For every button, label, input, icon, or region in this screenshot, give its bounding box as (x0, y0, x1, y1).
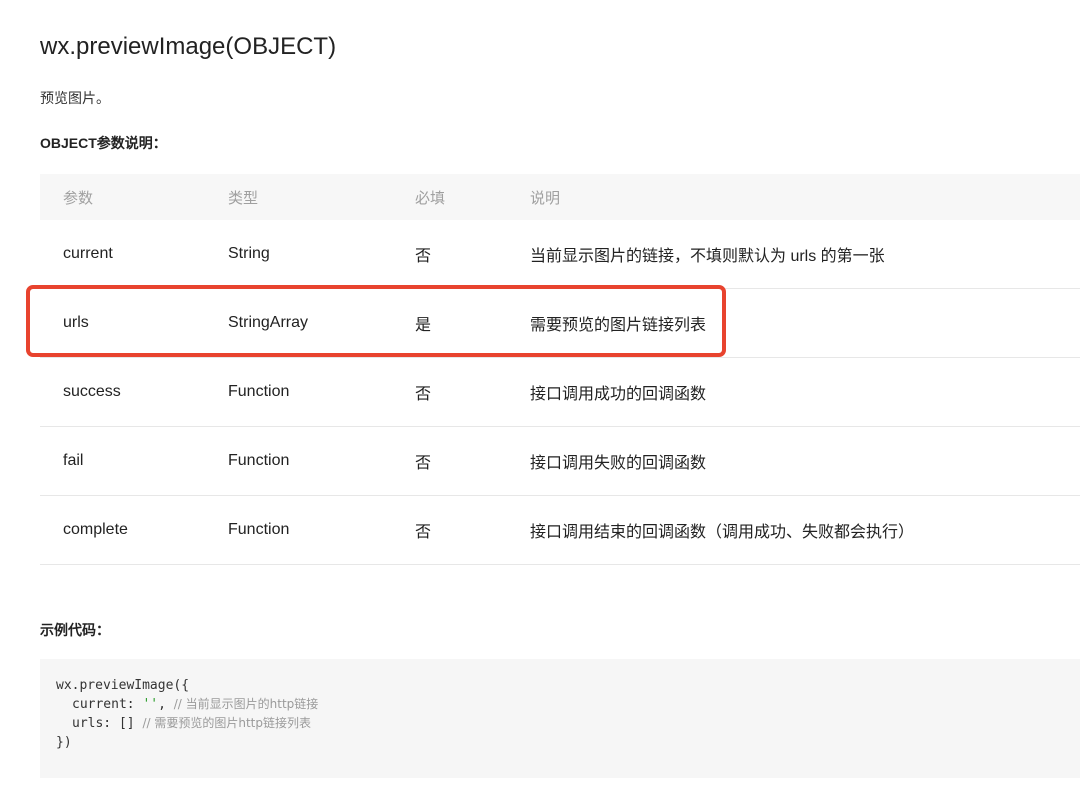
table-header: 参数 类型 必填 说明 (40, 174, 1080, 220)
code-block: wx.previewImage({ current: '', // 当前显示图片… (40, 659, 1080, 778)
param-table: 参数 类型 必填 说明 current String 否 当前显示图片的链接，不… (40, 174, 1080, 565)
param-description: 接口调用结束的回调函数（调用成功、失败都会执行） (530, 524, 915, 541)
code-line: }) (56, 733, 1080, 752)
param-name: urls (63, 314, 89, 331)
param-required: 是 (415, 317, 432, 334)
param-type: StringArray (228, 314, 309, 331)
param-type: Function (228, 383, 290, 400)
param-name: success (63, 383, 121, 400)
code-line: current: '', // 当前显示图片的http链接 (56, 695, 1080, 714)
example-section-label: 示例代码： (40, 622, 110, 638)
param-name: current (63, 245, 113, 262)
param-type: Function (228, 452, 290, 469)
param-name: fail (63, 452, 84, 469)
param-required: 否 (415, 455, 432, 472)
code-text: urls: [] (72, 716, 143, 731)
param-required: 否 (415, 386, 432, 403)
param-description: 需要预览的图片链接列表 (530, 317, 707, 334)
code-comment: // 当前显示图片的http链接 (173, 697, 319, 711)
code-line: urls: [] // 需要预览的图片http链接列表 (56, 714, 1080, 733)
code-comment: // 需要预览的图片http链接列表 (142, 716, 311, 730)
code-text: , (158, 697, 174, 712)
param-required: 否 (415, 248, 432, 265)
code-line: wx.previewImage({ (56, 676, 1080, 695)
header-type: 类型 (228, 189, 259, 207)
page-description: 预览图片。 (40, 90, 110, 106)
page-title: wx.previewImage(OBJECT) (40, 33, 337, 60)
header-description: 说明 (530, 189, 561, 207)
code-text: }) (56, 735, 72, 750)
param-required: 否 (415, 524, 432, 541)
code-string: '' (142, 697, 159, 712)
table-row: fail Function 否 接口调用失败的回调函数 (40, 427, 1080, 496)
param-description: 接口调用成功的回调函数 (530, 386, 707, 403)
table-row: urls StringArray 是 需要预览的图片链接列表 (40, 289, 1080, 358)
header-param: 参数 (63, 189, 94, 207)
table-row: success Function 否 接口调用成功的回调函数 (40, 358, 1080, 427)
param-type: String (228, 245, 270, 262)
table-row: complete Function 否 接口调用结束的回调函数（调用成功、失败都… (40, 496, 1080, 565)
code-text: wx.previewImage({ (56, 678, 190, 693)
code-text: current: (72, 697, 143, 712)
table-row: current String 否 当前显示图片的链接，不填则默认为 urls 的… (40, 220, 1080, 289)
header-required: 必填 (415, 189, 446, 207)
param-type: Function (228, 521, 290, 538)
param-section-label: OBJECT参数说明： (40, 135, 167, 151)
param-name: complete (63, 521, 128, 538)
param-description: 当前显示图片的链接，不填则默认为 urls 的第一张 (530, 248, 885, 265)
param-description: 接口调用失败的回调函数 (530, 455, 707, 472)
